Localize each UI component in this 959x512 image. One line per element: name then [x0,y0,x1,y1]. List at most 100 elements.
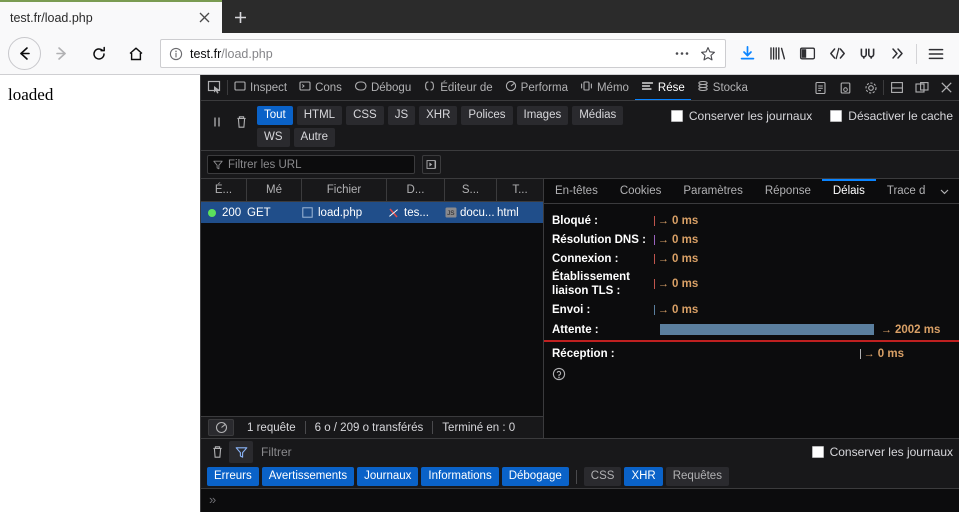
dock-bottom-icon[interactable] [884,75,909,100]
devtools-tab-inspector[interactable]: Inspect [228,75,293,100]
status-dot-icon [208,208,216,217]
network-filter-toolbar: Tout HTML CSS JS XHR Polices Images Médi… [201,101,959,151]
detail-tab-cookies[interactable]: Cookies [609,179,673,203]
console-chip-requests[interactable]: Requêtes [665,467,729,486]
column-header-method[interactable]: Mé [247,179,302,201]
blocked-icon [387,207,400,219]
timing-value: 2002 ms [895,323,941,336]
navigation-toolbar: test.fr/load.php [0,33,959,75]
table-row[interactable]: 200 GET load.php tes... JS docu... html [201,202,543,223]
browser-tab[interactable]: test.fr/load.php [0,0,222,33]
hamburger-menu-icon[interactable] [921,39,951,69]
column-header-cause[interactable]: S... [445,179,497,201]
info-icon[interactable] [169,47,183,61]
timing-tick [654,304,655,315]
pause-icon[interactable] [205,110,229,134]
devtools-tab-debugger[interactable]: Débogu [348,75,417,100]
detail-tab-params[interactable]: Paramètres [672,179,753,203]
memory-icon [580,80,593,95]
devtools-tab-style-editor[interactable]: Éditeur de [417,75,498,100]
filter-chip-js[interactable]: JS [387,106,416,125]
console-chip-errors[interactable]: Erreurs [207,467,259,486]
browser-tab-title: test.fr/load.php [10,10,93,25]
close-icon[interactable] [191,5,217,31]
download-icon[interactable] [732,39,762,69]
close-devtools-icon[interactable] [934,75,959,100]
devtools-tab-console[interactable]: Cons [293,75,348,100]
timing-value: 0 ms [672,278,699,290]
timing-arrow: → [658,233,669,246]
console-chip-xhr[interactable]: XHR [624,467,663,486]
trash-icon[interactable] [229,110,253,134]
keep-logs-checkbox[interactable]: Conserver les journaux [670,109,812,123]
wasm-icon[interactable] [852,39,882,69]
url-text: test.fr/load.php [190,47,669,61]
devtools-tab-memory[interactable]: Mémo [574,75,635,100]
network-throttle-icon[interactable] [208,419,234,436]
help-circle-icon[interactable] [552,367,959,381]
column-header-file[interactable]: Fichier [302,179,387,201]
library-icon[interactable] [762,39,792,69]
back-arrow-icon[interactable] [8,37,41,70]
chevron-down-icon[interactable] [936,179,952,203]
timing-arrow: → [881,323,892,336]
sidebar-icon[interactable] [792,39,822,69]
console-chip-info[interactable]: Informations [421,467,499,486]
star-icon[interactable] [695,41,721,66]
console-prompt[interactable]: » [201,489,959,512]
settings-gear-icon[interactable] [858,75,883,100]
funnel-icon[interactable] [229,441,253,463]
devtools-tab-storage[interactable]: Stocka [691,75,754,100]
request-table-header: É... Mé Fichier D... S... T... [201,179,543,202]
detail-tab-stacktrace[interactable]: Trace d [876,179,937,203]
url-filter-input[interactable]: Filtrer les URL [207,155,415,174]
console-chip-divider [575,469,577,484]
filter-chip-polices[interactable]: Polices [461,106,513,125]
checkbox-box[interactable] [670,110,683,122]
overflow-chevron-icon[interactable] [882,39,912,69]
timing-tick [654,215,655,226]
trash-icon[interactable] [205,441,229,463]
url-bar[interactable]: test.fr/load.php [160,39,726,68]
home-icon[interactable] [119,37,152,70]
filter-chip-ws[interactable]: WS [257,128,290,147]
devtools-tab-performance[interactable]: Performa [499,75,574,100]
detail-tab-response[interactable]: Réponse [754,179,822,203]
console-keep-logs-checkbox[interactable]: Conserver les journaux [811,445,953,459]
devtools-tab-network[interactable]: Rése [634,75,691,100]
disable-cache-checkbox[interactable]: Désactiver le cache [830,109,953,123]
filter-chip-medias[interactable]: Médias [572,106,624,125]
element-picker-icon[interactable] [201,75,227,100]
console-chip-css[interactable]: CSS [583,467,622,486]
dock-side-icon[interactable] [909,75,934,100]
filter-chip-images[interactable]: Images [516,106,569,125]
column-header-status[interactable]: É... [201,179,247,201]
checkbox-box[interactable] [830,110,843,122]
console-chip-warnings[interactable]: Avertissements [261,467,355,486]
ellipsis-icon[interactable] [669,41,695,66]
tab-strip: test.fr/load.php [0,0,959,33]
console-chip-logs[interactable]: Journaux [357,467,419,486]
screenshot-icon[interactable] [833,75,858,100]
console-filter-input[interactable]: Filtrer [261,445,812,459]
filter-chip-css[interactable]: CSS [346,106,384,125]
filter-chip-xhr[interactable]: XHR [419,106,458,125]
code-icon[interactable] [822,39,852,69]
checkbox-box[interactable] [811,446,824,458]
reload-icon[interactable] [82,37,115,70]
timing-bar-zone: → 2002 ms [654,324,959,336]
detail-tab-headers[interactable]: En-têtes [544,179,609,203]
plus-icon[interactable] [226,3,255,31]
play-in-box-icon[interactable] [422,155,441,174]
column-header-type[interactable]: T... [497,179,543,201]
filter-chip-autre[interactable]: Autre [293,128,336,147]
column-header-domain[interactable]: D... [387,179,445,201]
filter-chip-tout[interactable]: Tout [257,106,293,125]
forward-arrow-icon[interactable] [45,37,78,70]
filter-chip-html[interactable]: HTML [296,106,343,125]
status-transferred: 6 o / 209 o transférés [314,421,424,434]
checkbox-label: Désactiver le cache [848,109,953,123]
detail-tab-timings[interactable]: Délais [821,179,876,203]
accessibility-icon[interactable] [808,75,833,100]
console-chip-debug[interactable]: Débogage [501,467,569,486]
